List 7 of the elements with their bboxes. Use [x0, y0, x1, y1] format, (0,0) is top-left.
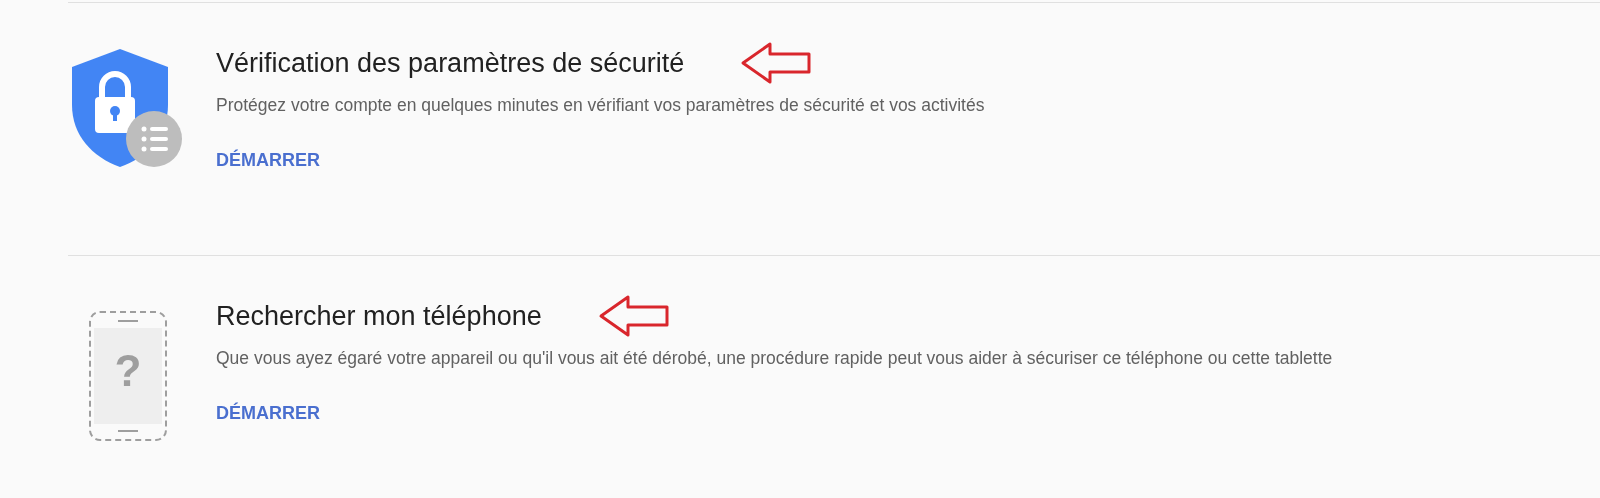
card-title: Rechercher mon téléphone — [216, 300, 542, 332]
card-title: Vérification des paramètres de sécurité — [216, 47, 685, 79]
start-button[interactable]: DÉMARRER — [216, 150, 320, 171]
phone-question-icon: ? — [88, 310, 168, 442]
start-button[interactable]: DÉMARRER — [216, 403, 320, 424]
card-description: Protégez votre compte en quelques minutes en vérifiant vos paramètres de sécurité et vos activités — [216, 95, 985, 116]
card-description: Que vous ayez égaré votre appareil ou qu'il vous ait été dérobé, une procédure rapide peut vous aider à sécuriser ce téléphone ou cette tablette — [216, 348, 1333, 369]
